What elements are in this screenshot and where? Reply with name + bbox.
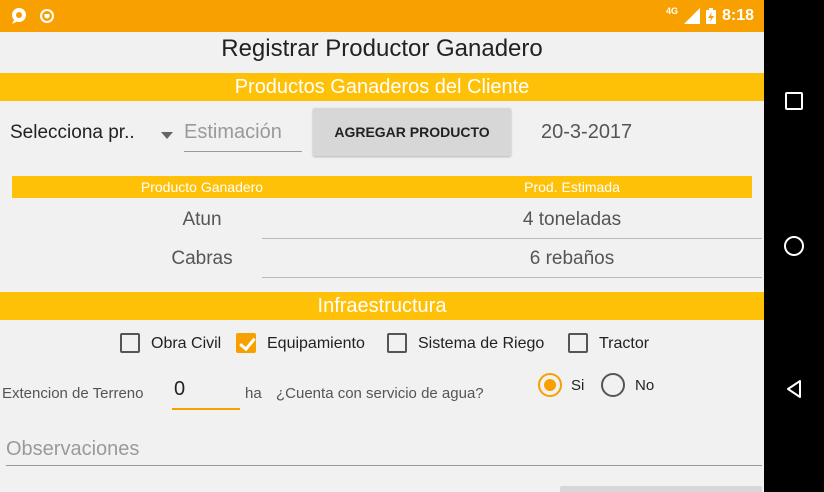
bottom-button[interactable] (560, 486, 762, 492)
radio-label-si: Si (571, 377, 585, 394)
terreno-input[interactable]: 0 (172, 378, 240, 410)
home-icon[interactable] (784, 236, 804, 256)
observaciones-input[interactable]: Observaciones (6, 426, 762, 466)
row-divider (262, 238, 762, 239)
add-product-row: Selecciona pr.. Estimación AGREGAR PRODU… (0, 108, 764, 158)
infraestructura-checkboxes: Obra Civil Equipamiento Sistema de Riego… (0, 330, 764, 356)
checkbox-label: Sistema de Riego (418, 335, 545, 352)
recents-icon[interactable] (785, 92, 803, 110)
terreno-label: Extencion de Terreno (2, 385, 144, 402)
navigation-bar (764, 0, 824, 492)
back-icon[interactable] (786, 379, 802, 399)
battery-charging-icon (705, 8, 716, 24)
checkbox-sistema-de-riego[interactable] (387, 333, 407, 353)
checkbox-equipamiento[interactable] (236, 333, 256, 353)
cell-estimada: 6 rebaños (529, 248, 615, 269)
terreno-unit: ha (245, 385, 262, 402)
productos-section-header: Productos Ganaderos del Cliente (0, 73, 764, 101)
table-header: Producto Ganadero Prod. Estimada (12, 176, 752, 198)
date-label: 20-3-2017 (541, 121, 633, 143)
table-row: Cabras 6 rebaños (12, 240, 762, 278)
checkbox-label: Tractor (599, 335, 650, 352)
infraestructura-section-header: Infraestructura (0, 292, 764, 320)
status-bar: 4G 8:18 (0, 0, 764, 32)
radio-si[interactable] (538, 373, 562, 397)
table-row: Atun 4 toneladas (12, 201, 762, 239)
agregar-producto-button[interactable]: AGREGAR PRODUCTO (313, 108, 511, 156)
producto-spinner[interactable]: Selecciona pr.. (10, 122, 135, 144)
chevron-down-icon[interactable] (161, 132, 173, 139)
signal-icon (683, 8, 700, 24)
cell-producto: Cabras (171, 248, 233, 269)
cell-estimada: 4 toneladas (522, 209, 622, 230)
checkbox-tractor[interactable] (568, 333, 588, 353)
clock: 8:18 (721, 7, 754, 24)
agua-question: ¿Cuenta con servicio de agua? (276, 385, 484, 402)
column-header-producto: Producto Ganadero (140, 179, 264, 195)
row-divider (262, 277, 762, 278)
app-screen: 4G 8:18 Registrar Productor Ganadero Pro… (0, 0, 764, 492)
cell-producto: Atun (182, 209, 222, 230)
terreno-row: Extencion de Terreno 0 ha ¿Cuenta con se… (0, 370, 764, 414)
network-type: 4G (665, 6, 678, 16)
column-header-estimada: Prod. Estimada (524, 179, 620, 195)
checkbox-obra-civil[interactable] (120, 333, 140, 353)
estimacion-input[interactable]: Estimación (184, 118, 302, 152)
chat-bubble-icon (12, 8, 26, 24)
page-title: Registrar Productor Ganadero (221, 35, 543, 62)
radio-label-no: No (635, 377, 655, 394)
checkbox-label: Equipamiento (267, 335, 365, 352)
radio-no[interactable] (601, 373, 625, 397)
shield-icon (40, 9, 54, 23)
checkbox-label: Obra Civil (151, 335, 222, 352)
